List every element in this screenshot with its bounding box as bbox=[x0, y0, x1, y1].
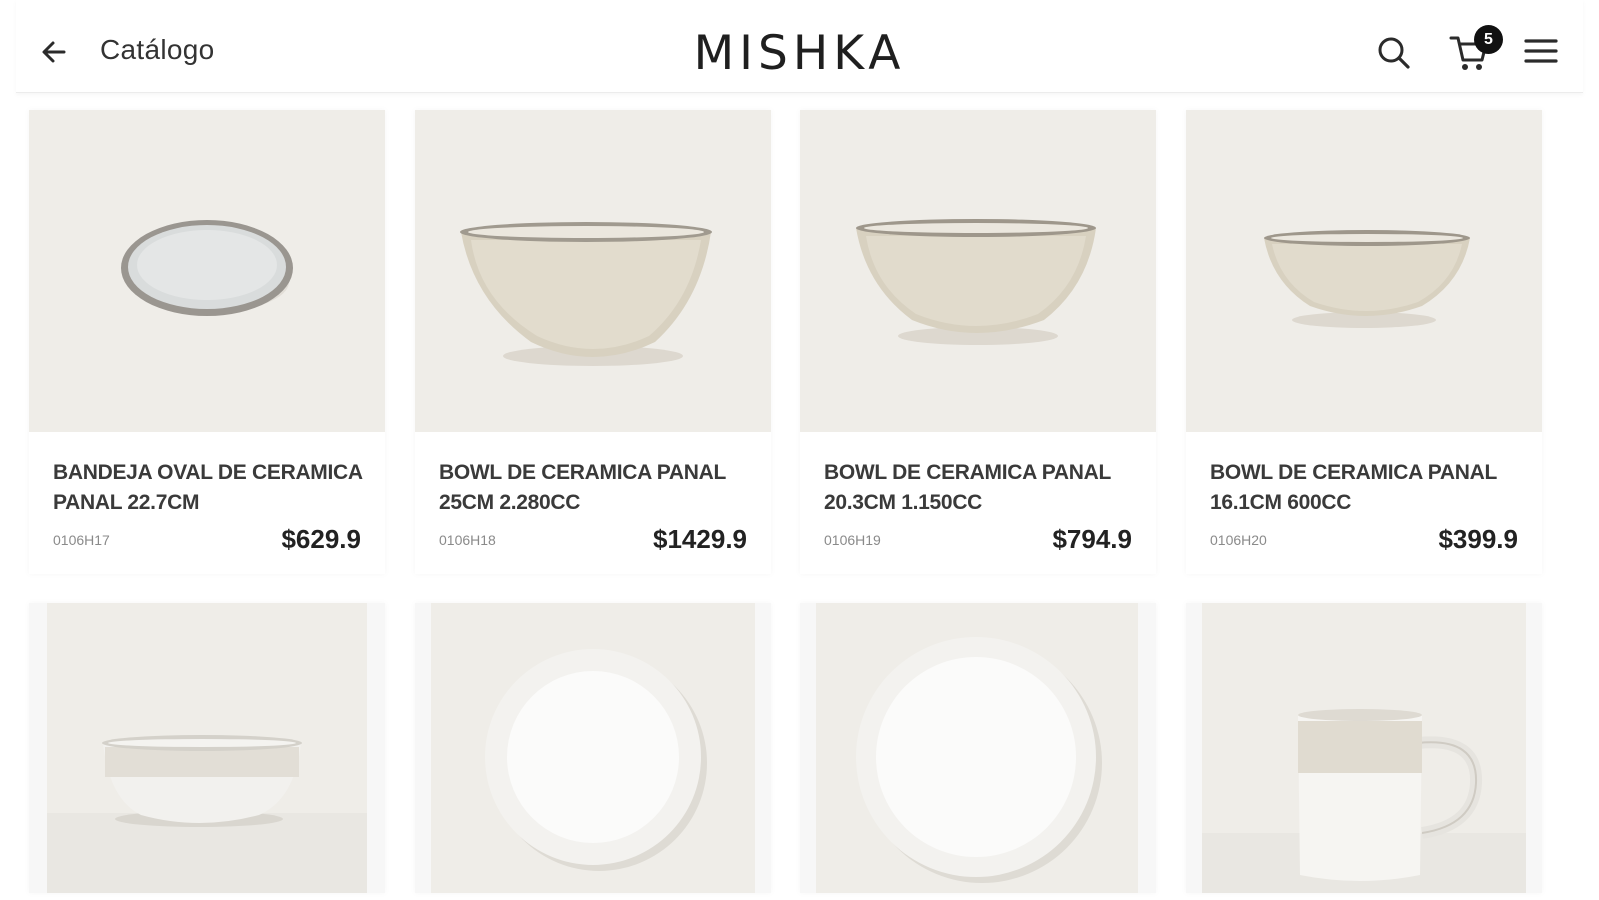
product-sku: 0106H20 bbox=[1210, 532, 1267, 548]
top-bar: Catálogo MISHKA 5 bbox=[16, 0, 1583, 93]
product-card[interactable] bbox=[1186, 603, 1542, 893]
product-image[interactable] bbox=[415, 603, 771, 893]
back-button[interactable] bbox=[38, 36, 70, 68]
brand-logo: MISHKA bbox=[693, 26, 906, 81]
product-name[interactable]: BOWL DE CERAMICA PANAL 16.1CM 600CC bbox=[1210, 458, 1530, 518]
cart-count-badge: 5 bbox=[1474, 25, 1503, 54]
white-bowl-image bbox=[29, 603, 385, 893]
product-card[interactable] bbox=[415, 603, 771, 893]
search-icon bbox=[1378, 37, 1410, 69]
product-name[interactable]: BOWL DE CERAMICA PANAL 20.3CM 1.150CC bbox=[824, 458, 1144, 518]
product-card[interactable]: BOWL DE CERAMICA PANAL 16.1CM 600CC 0106… bbox=[1186, 110, 1542, 574]
product-name[interactable]: BANDEJA OVAL DE CERAMICA PANAL 22.7CM bbox=[53, 458, 373, 518]
white-plate-image bbox=[415, 603, 771, 893]
product-card[interactable]: BANDEJA OVAL DE CERAMICA PANAL 22.7CM 01… bbox=[29, 110, 385, 574]
product-sku: 0106H18 bbox=[439, 532, 496, 548]
product-image[interactable] bbox=[29, 603, 385, 893]
medium-bowl-image bbox=[856, 219, 1096, 345]
menu-button[interactable] bbox=[1524, 36, 1558, 66]
oval-tray-image bbox=[121, 220, 293, 316]
arrow-left-icon bbox=[42, 41, 66, 63]
product-name[interactable]: BOWL DE CERAMICA PANAL 25CM 2.280CC bbox=[439, 458, 759, 518]
product-price: $399.9 bbox=[1438, 524, 1518, 554]
product-image[interactable] bbox=[1186, 603, 1542, 893]
product-price: $1429.9 bbox=[653, 524, 747, 554]
product-image[interactable] bbox=[415, 110, 771, 432]
product-card[interactable]: BOWL DE CERAMICA PANAL 25CM 2.280CC 0106… bbox=[415, 110, 771, 574]
product-sku: 0106H17 bbox=[53, 532, 110, 548]
product-sku: 0106H19 bbox=[824, 532, 881, 548]
search-button[interactable] bbox=[1375, 34, 1413, 72]
product-image[interactable] bbox=[800, 110, 1156, 432]
product-card[interactable]: BOWL DE CERAMICA PANAL 20.3CM 1.150CC 01… bbox=[800, 110, 1156, 574]
product-price: $629.9 bbox=[281, 524, 361, 554]
product-card[interactable] bbox=[29, 603, 385, 893]
mug-image bbox=[1186, 603, 1542, 893]
page-title[interactable]: Catálogo bbox=[100, 34, 214, 66]
menu-icon bbox=[1524, 39, 1558, 63]
product-image[interactable] bbox=[1186, 110, 1542, 432]
product-price: $794.9 bbox=[1052, 524, 1132, 554]
large-bowl-image bbox=[460, 222, 712, 366]
small-bowl-image bbox=[1264, 230, 1470, 328]
product-card[interactable] bbox=[800, 603, 1156, 893]
product-image[interactable] bbox=[29, 110, 385, 432]
product-image[interactable] bbox=[800, 603, 1156, 893]
white-dinner-plate-image bbox=[800, 603, 1156, 893]
